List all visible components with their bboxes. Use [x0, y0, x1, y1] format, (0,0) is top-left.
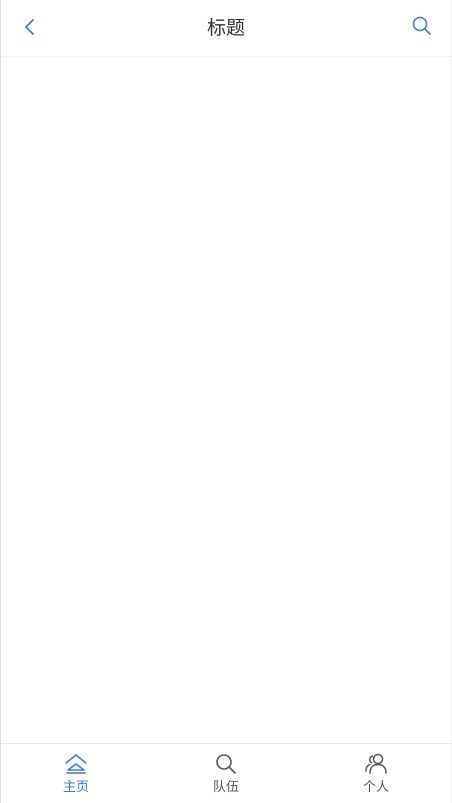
user-group-icon [363, 751, 389, 777]
tab-profile-label: 个人 [362, 780, 389, 795]
tab-home-label: 主页 [62, 780, 89, 795]
tab-team-label: 队伍 [212, 780, 239, 795]
app-screen: 标题 主页 队伍 个人 [0, 0, 452, 803]
tab-team[interactable]: 队伍 [151, 744, 301, 803]
bottom-tab-bar: 主页 队伍 个人 [1, 743, 451, 803]
top-nav-bar: 标题 [1, 0, 451, 57]
search-icon [213, 751, 239, 777]
main-content [1, 57, 451, 743]
tab-profile[interactable]: 个人 [301, 744, 451, 803]
page-title: 标题 [206, 17, 245, 39]
tab-home[interactable]: 主页 [1, 744, 151, 803]
search-button[interactable] [407, 13, 437, 43]
search-icon [411, 15, 433, 41]
home-icon [63, 751, 89, 777]
